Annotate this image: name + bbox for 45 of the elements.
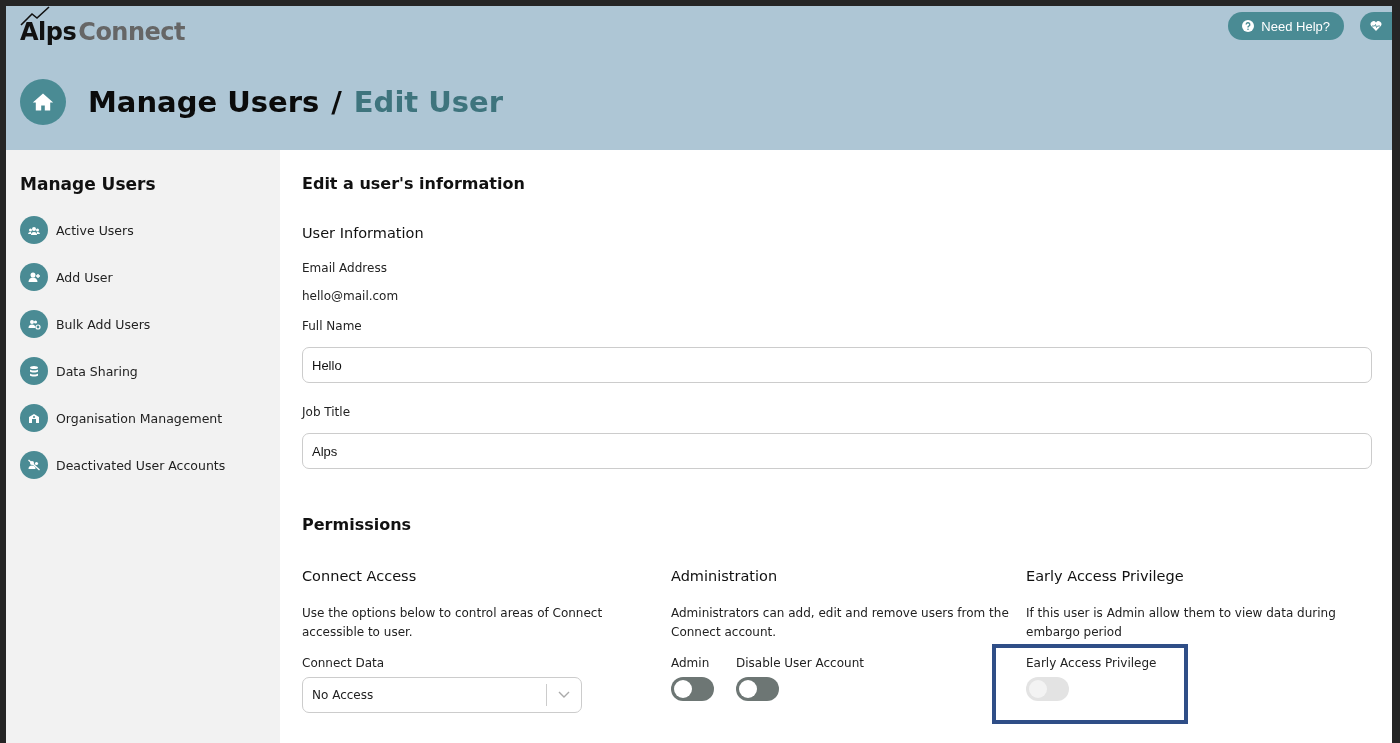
- chevron-down-icon: [558, 691, 570, 699]
- heartbeat-icon: [1370, 20, 1382, 32]
- toggle-switch[interactable]: [671, 677, 714, 701]
- breadcrumb-separator: /: [331, 85, 342, 119]
- database-icon: [20, 357, 48, 385]
- logo: AlpsConnect: [20, 6, 185, 46]
- sidebar-item[interactable]: Deactivated User Accounts: [56, 457, 226, 473]
- column-title: Early Access Privilege: [1026, 568, 1185, 584]
- help-button[interactable]: Need Help?: [1228, 12, 1344, 40]
- input-field[interactable]: Alps: [302, 433, 1372, 469]
- section-title: Permissions: [302, 515, 413, 534]
- control-label: Connect Data: [302, 656, 386, 670]
- column-title: Administration: [671, 568, 779, 584]
- sidebar-item[interactable]: Data Sharing: [56, 363, 138, 379]
- help-icon: [1242, 20, 1255, 32]
- description-text: If this user is Admin allow them to view data during embargo period: [1026, 605, 1337, 641]
- field-label: Full Name: [302, 319, 363, 333]
- control-label: Early Access Privilege: [1026, 656, 1157, 670]
- home-icon[interactable]: [20, 79, 66, 125]
- control-label: Admin: [671, 656, 711, 670]
- field-label: Email Address: [302, 261, 388, 275]
- building-icon: [20, 404, 48, 432]
- breadcrumb-link[interactable]: Manage Users: [88, 85, 320, 119]
- input-field[interactable]: Hello: [302, 347, 1372, 383]
- page-title: Edit User: [353, 85, 504, 119]
- section-title: User Information: [302, 225, 425, 241]
- heart-button[interactable]: [1360, 12, 1392, 40]
- description-text: Use the options below to control areas of Connect accessible to user.: [302, 605, 604, 641]
- users-icon: [20, 216, 48, 244]
- control-label: Disable User Account: [736, 656, 864, 670]
- sidebar-item[interactable]: Organisation Management: [56, 410, 223, 426]
- sidebar-title: Manage Users: [20, 174, 157, 194]
- sidebar-item[interactable]: Add User: [56, 269, 113, 285]
- users-slash-icon: [20, 451, 48, 479]
- dropdown[interactable]: No Access: [302, 677, 582, 713]
- sidebar-item[interactable]: Bulk Add Users: [56, 316, 151, 332]
- toggle-switch[interactable]: [736, 677, 779, 701]
- field-label: Job Title: [302, 405, 352, 419]
- email-value: hello@mail.com: [302, 289, 400, 303]
- add-user-icon: [20, 263, 48, 291]
- sidebar-item[interactable]: Active Users: [56, 222, 134, 238]
- form-title: Edit a user's information: [302, 174, 526, 193]
- column-title: Connect Access: [302, 568, 418, 584]
- users-gear-icon: [20, 310, 48, 338]
- description-text: Administrators can add, edit and remove users from the Connect account.: [671, 605, 1010, 641]
